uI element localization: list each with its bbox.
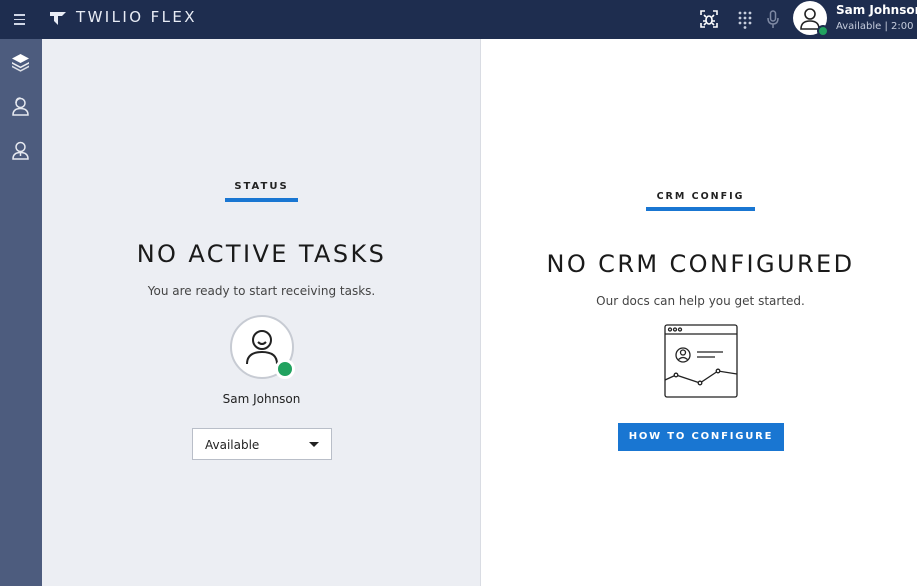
- status-underline: [225, 198, 298, 202]
- bug-icon[interactable]: [699, 9, 719, 29]
- top-bar: TWILIO FLEX Sam Johnson Available | 2:00: [0, 0, 917, 39]
- agent-name: Sam Johnson: [222, 392, 301, 406]
- layers-icon[interactable]: [10, 52, 31, 73]
- no-active-tasks-title: NO ACTIVE TASKS: [136, 240, 387, 268]
- user-name: Sam Johnson: [836, 3, 917, 17]
- sidebar: [0, 39, 42, 586]
- no-crm-title: NO CRM CONFIGURED: [546, 250, 855, 278]
- docs-message: Our docs can help you get started.: [596, 294, 805, 308]
- availability-dot: [817, 25, 829, 37]
- crm-panel: CRM CONFIG NO CRM CONFIGURED Our docs ca…: [482, 39, 917, 586]
- agent-avatar: [230, 315, 295, 379]
- crm-illustration-icon: [664, 324, 738, 398]
- twilio-logo-icon: [50, 12, 66, 25]
- status-section-label: STATUS: [234, 181, 289, 192]
- dialpad-icon[interactable]: [735, 9, 755, 29]
- teams-icon[interactable]: [10, 140, 31, 161]
- ready-message: You are ready to start receiving tasks.: [147, 284, 376, 298]
- agent-availability-dot: [275, 359, 295, 379]
- brand-title: TWILIO FLEX: [76, 8, 197, 26]
- how-to-configure-button[interactable]: HOW TO CONFIGURE: [618, 423, 784, 451]
- activity-value: Available: [205, 438, 260, 452]
- crm-underline: [646, 207, 755, 211]
- chevron-down-icon: [309, 442, 319, 447]
- user-status: Available | 2:00: [836, 21, 914, 32]
- activity-select[interactable]: Available: [192, 428, 332, 460]
- crm-section-label: CRM CONFIG: [656, 191, 745, 202]
- agent-icon[interactable]: [10, 96, 31, 117]
- user-avatar[interactable]: [793, 1, 829, 37]
- status-panel: STATUS NO ACTIVE TASKS You are ready to …: [42, 39, 481, 586]
- hamburger-icon[interactable]: [12, 11, 28, 27]
- microphone-icon[interactable]: [763, 9, 783, 29]
